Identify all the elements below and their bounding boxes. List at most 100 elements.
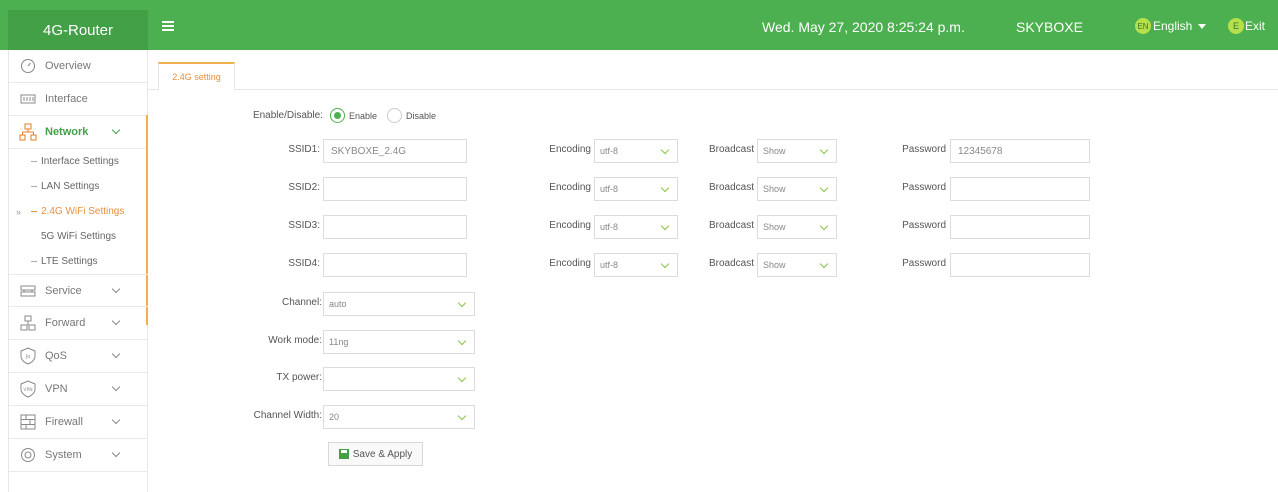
sidebar-label-firewall: Firewall [45,416,83,428]
gauge-icon [19,57,37,75]
sidebar-label-forward: Forward [45,317,86,329]
subitem-label: LAN Settings [41,181,100,192]
channel-select[interactable]: auto [323,292,475,316]
sidebar-subitem-wifi24-settings[interactable]: » 2.4G WiFi Settings [9,199,146,224]
encoding-label: Encoding [549,220,591,231]
caret-down-icon [1198,23,1207,29]
sidebar: Overview Interface Network Interface Set… [8,50,149,492]
channel-width-value: 20 [329,412,340,422]
ssid-input[interactable] [323,215,467,239]
sidebar-item-system[interactable]: System [9,439,148,472]
broadcast-select[interactable]: Show [757,215,837,239]
encoding-label: Encoding [549,258,591,269]
sidebar-item-firewall[interactable]: Firewall [9,406,148,439]
sidebar-item-overview[interactable]: Overview [9,50,148,83]
broadcast-select[interactable]: Show [757,139,837,163]
encoding-value: utf-8 [600,222,619,232]
broadcast-label: Broadcast [708,182,754,193]
svg-text:VPN: VPN [23,387,32,393]
password-label: Password [902,182,946,193]
password-input[interactable] [950,177,1090,201]
chevron-down-icon [660,145,670,155]
password-input[interactable]: 12345678 [950,139,1090,163]
sidebar-label-qos: QoS [45,350,68,362]
broadcast-label: Broadcast [708,258,754,269]
broadcast-value: Show [763,260,786,270]
chevron-down-icon [457,411,467,421]
menu-toggle-icon[interactable] [162,21,174,31]
encoding-value: utf-8 [600,184,619,194]
app-logo: 4G-Router [8,10,148,50]
sidebar-label-interface: Interface [45,93,88,105]
sidebar-subitem-lte-settings[interactable]: LTE Settings [9,249,146,274]
encoding-value: utf-8 [600,146,619,156]
chevron-down-icon [457,373,467,383]
encoding-select[interactable]: utf-8 [594,215,678,239]
work-mode-label: Work mode: [268,335,322,346]
channel-label: Channel: [281,297,322,308]
encoding-select[interactable]: utf-8 [594,177,678,201]
tab-24g-setting[interactable]: 2.4G setting [158,62,235,91]
password-input[interactable] [950,253,1090,277]
subitem-label: 2.4G WiFi Settings [41,206,125,217]
sidebar-item-interface[interactable]: Interface [9,83,148,116]
chevron-down-icon [111,448,121,458]
channel-width-select[interactable]: 20 [323,405,475,429]
chevron-down-icon [660,221,670,231]
chevron-down-icon [819,221,829,231]
language-label: English [1153,19,1193,33]
subitem-label: 5G WiFi Settings [41,231,117,242]
tx-power-label: TX power: [276,372,322,383]
system-datetime: Wed. May 27, 2020 8:25:24 p.m. [762,19,965,35]
sidebar-item-forward[interactable]: Forward [9,307,148,340]
sidebar-subitem-wifi5-settings[interactable]: 5G WiFi Settings [9,224,146,249]
sidebar-subitem-interface-settings[interactable]: Interface Settings [9,149,146,174]
work-mode-value: 11ng [329,337,349,347]
system-gear-icon [19,446,37,464]
broadcast-select[interactable]: Show [757,253,837,277]
sidebar-item-qos[interactable]: Jo QoS [9,340,148,373]
password-label: Password [902,144,946,155]
enable-radio-group: Enable Disable [330,108,446,123]
service-icon [19,282,37,300]
svg-text:Jo: Jo [25,354,31,360]
ssid-label: SSID1: [288,144,320,155]
encoding-select[interactable]: utf-8 [594,253,678,277]
exit-icon: E [1228,18,1244,34]
encoding-value: utf-8 [600,260,619,270]
exit-button[interactable]: E Exit [1228,18,1265,34]
sidebar-item-vpn[interactable]: VPN VPN [9,373,148,406]
tab-bar: 2.4G setting [148,56,1278,91]
disable-radio-label: Disable [406,110,437,121]
ssid-input[interactable] [323,177,467,201]
broadcast-value: Show [763,222,786,232]
broadcast-select[interactable]: Show [757,177,837,201]
sidebar-item-network[interactable]: Network [9,116,148,149]
enable-radio[interactable]: Enable [330,108,377,123]
qos-shield-icon: Jo [19,347,37,365]
sidebar-subitem-lan-settings[interactable]: LAN Settings [9,174,146,199]
disable-radio[interactable]: Disable [387,108,436,123]
ssid-input[interactable] [323,253,467,277]
work-mode-select[interactable]: 11ng [323,330,475,354]
ssid-input[interactable]: SKYBOXE_2.4G [323,139,467,163]
chevron-down-icon [457,298,467,308]
tx-power-select[interactable] [323,367,475,391]
channel-width-label: Channel Width: [253,410,322,421]
subitem-label: Interface Settings [41,156,119,167]
encoding-select[interactable]: utf-8 [594,139,678,163]
chevron-down-icon [819,145,829,155]
chevron-down-icon [111,382,121,392]
password-input[interactable] [950,215,1090,239]
password-label: Password [902,258,946,269]
language-icon: EN [1135,18,1151,34]
sidebar-item-service[interactable]: Service [9,274,148,307]
channel-value: auto [329,299,347,309]
ssid-label: SSID2: [288,182,320,193]
broadcast-value: Show [763,184,786,194]
chevron-down-icon [111,415,121,425]
language-selector[interactable]: EN English [1135,18,1207,34]
save-apply-button[interactable]: Save & Apply [328,442,423,466]
password-label: Password [902,220,946,231]
broadcast-value: Show [763,146,786,156]
